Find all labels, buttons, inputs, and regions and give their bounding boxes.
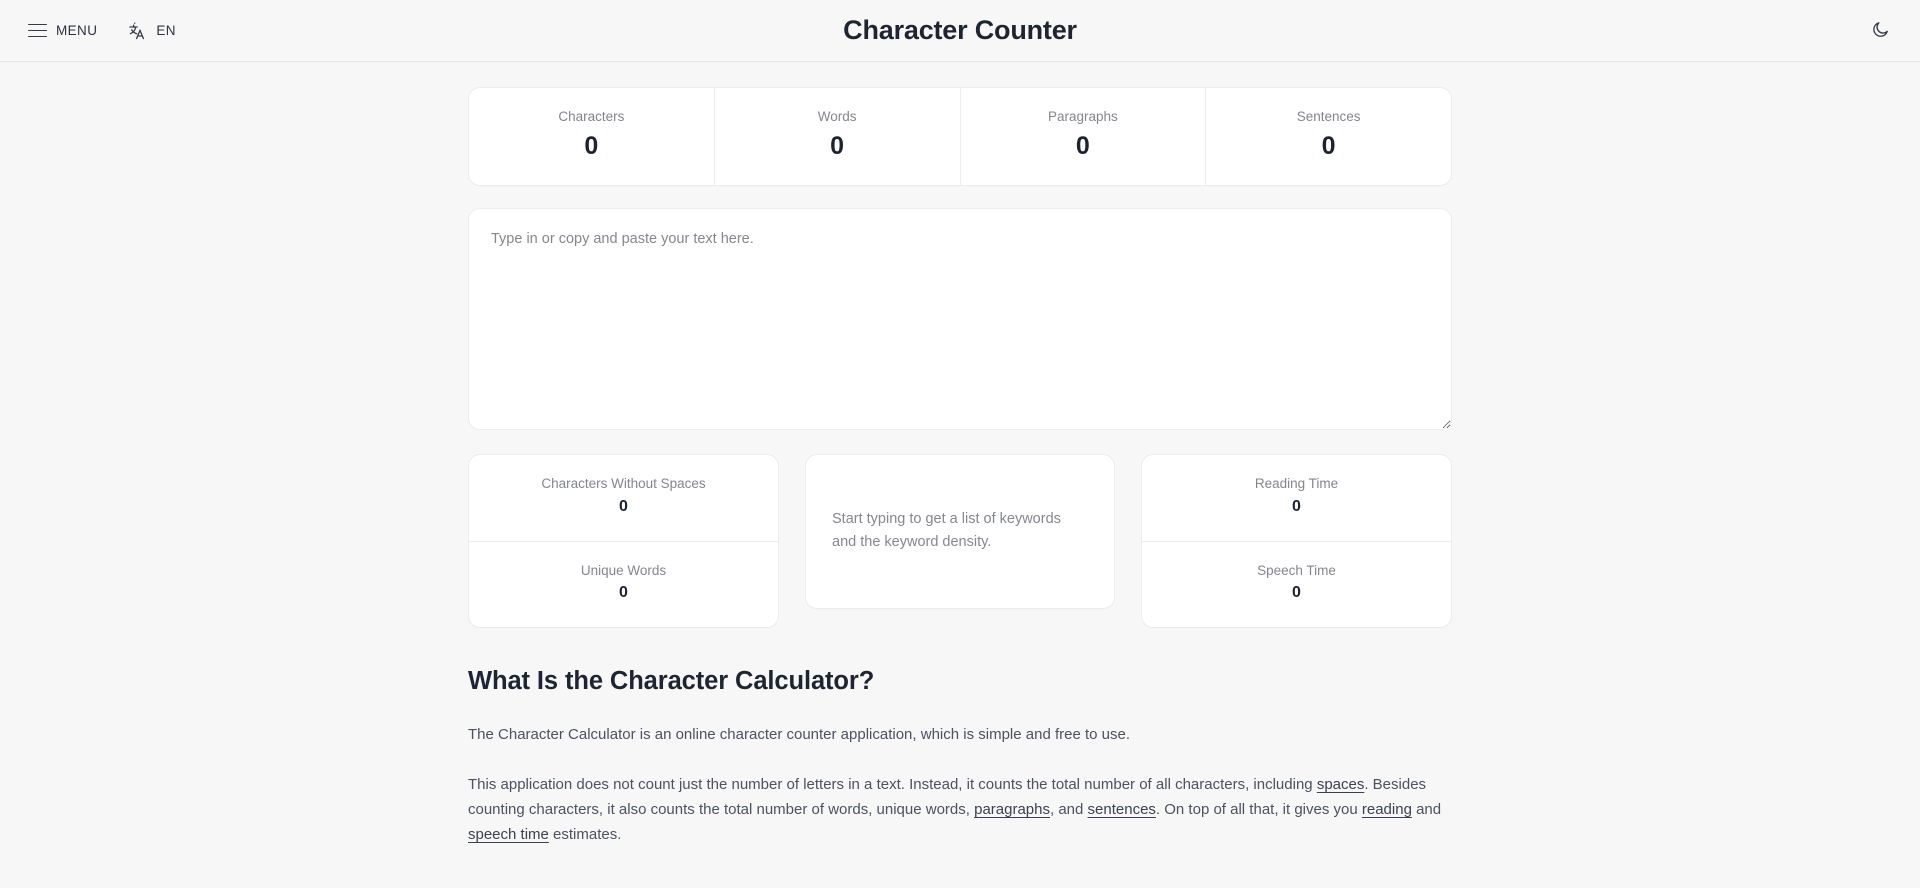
metric-label: Characters Without Spaces <box>541 475 706 491</box>
link-paragraphs[interactable]: paragraphs <box>974 801 1050 818</box>
metric-unique-words: Unique Words 0 <box>469 542 778 628</box>
moon-icon <box>1871 20 1890 42</box>
language-label: EN <box>156 23 176 38</box>
keyword-density-card: Start typing to get a list of keywords a… <box>805 453 1115 609</box>
article-paragraph-2: This application does not count just the… <box>468 773 1452 847</box>
menu-button-label: MENU <box>56 23 98 38</box>
metric-value: 0 <box>619 584 628 602</box>
stat-label: Words <box>817 109 857 124</box>
text-input-area[interactable] <box>468 207 1452 430</box>
stat-label: Sentences <box>1296 109 1361 124</box>
metric-label: Unique Words <box>580 562 667 578</box>
language-switcher-button[interactable]: EN <box>125 17 178 45</box>
menu-button[interactable]: MENU <box>26 19 99 42</box>
character-details-card: Characters Without Spaces 0 Unique Words… <box>468 453 779 629</box>
app-header: MENU EN Character Counter <box>0 0 1920 62</box>
header-left-controls: MENU EN <box>26 17 178 45</box>
hamburger-icon <box>28 23 47 38</box>
paragraph-text: This application does not count just the… <box>468 776 1317 794</box>
summary-stats-row: Characters 0 Words 0 Paragraphs 0 Senten… <box>468 87 1452 186</box>
metric-label: Reading Time <box>1254 475 1339 491</box>
page-title: Character Counter <box>843 15 1077 45</box>
metric-speech-time: Speech Time 0 <box>1142 542 1451 628</box>
article-section: What Is the Character Calculator? The Ch… <box>468 665 1452 847</box>
link-spaces[interactable]: spaces <box>1317 776 1365 793</box>
stat-value: 0 <box>830 131 845 160</box>
article-heading: What Is the Character Calculator? <box>468 667 875 696</box>
metric-reading-time: Reading Time 0 <box>1142 455 1451 542</box>
metric-characters-without-spaces: Characters Without Spaces 0 <box>469 455 778 542</box>
time-estimates-card: Reading Time 0 Speech Time 0 <box>1141 453 1452 629</box>
page-container: Characters 0 Words 0 Paragraphs 0 Senten… <box>468 62 1452 847</box>
article-paragraph-1: The Character Calculator is an online ch… <box>468 726 1131 744</box>
stat-label: Paragraphs <box>1047 109 1118 124</box>
metric-value: 0 <box>619 497 628 515</box>
stat-value: 0 <box>1321 131 1336 160</box>
translate-icon <box>127 21 147 41</box>
keywords-empty-message: Start typing to get a list of keywords a… <box>832 511 1061 551</box>
link-sentences[interactable]: sentences <box>1088 801 1156 818</box>
metric-value: 0 <box>1292 497 1301 515</box>
stat-words: Words 0 <box>715 88 961 185</box>
stat-value: 0 <box>1075 131 1090 160</box>
paragraph-text: , and <box>1050 800 1088 818</box>
link-speech-time[interactable]: speech time <box>468 826 549 843</box>
paragraph-text: . On top of all that, it gives you <box>1155 800 1362 818</box>
link-reading[interactable]: reading <box>1362 801 1412 818</box>
detail-cards-row: Characters Without Spaces 0 Unique Words… <box>468 453 1452 629</box>
paragraph-text: and <box>1411 800 1442 818</box>
text-input-section <box>468 207 1452 430</box>
stat-sentences: Sentences 0 <box>1206 88 1451 185</box>
metric-label: Speech Time <box>1257 562 1336 578</box>
stat-value: 0 <box>584 131 599 160</box>
stat-paragraphs: Paragraphs 0 <box>961 88 1207 185</box>
stat-characters: Characters 0 <box>469 88 715 185</box>
paragraph-text: estimates. <box>548 825 622 843</box>
metric-value: 0 <box>1292 584 1301 602</box>
stat-label: Characters <box>558 109 625 124</box>
dark-mode-toggle-button[interactable] <box>1866 17 1894 45</box>
